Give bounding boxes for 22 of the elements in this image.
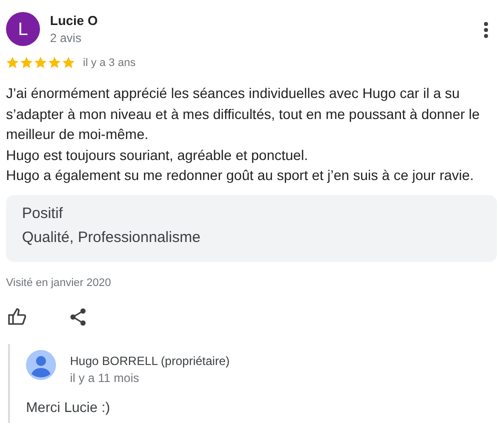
owner-name: Hugo BORRELL (propriétaire) bbox=[70, 354, 230, 368]
reply-text: Merci Lucie :) bbox=[26, 398, 112, 414]
reviewer-name[interactable]: Lucie O bbox=[50, 13, 98, 28]
reply-time: il y a 11 mois bbox=[70, 370, 140, 384]
share-icon[interactable] bbox=[70, 308, 86, 326]
review-count: 2 avis bbox=[50, 31, 82, 45]
review-text: J’ai énormément apprécié les séances individuelles avec Hugo car il a su s’adapter à mon niveau et à mes difficultés, tout en me poussant à donner le meilleur de moi-même. bbox=[6, 84, 481, 144]
visit-date: Visité en janvier 2020 bbox=[6, 276, 112, 288]
review-text: Hugo est toujours souriant, agréable et ponctuel. bbox=[6, 146, 309, 165]
owner-avatar-icon bbox=[26, 350, 56, 380]
star-icon bbox=[62, 56, 75, 69]
star-icon bbox=[20, 56, 33, 69]
star-icon bbox=[48, 56, 61, 69]
star-icon bbox=[34, 56, 47, 69]
thumbs-up-icon[interactable] bbox=[8, 308, 26, 325]
star-icon bbox=[6, 56, 19, 69]
highlight-tags: Qualité, Professionnalisme bbox=[22, 226, 481, 250]
review-time: il y a 3 ans bbox=[83, 56, 136, 68]
highlight-title: Positif bbox=[22, 204, 64, 224]
avatar: L bbox=[6, 12, 40, 46]
more-options-icon[interactable] bbox=[484, 22, 488, 38]
review-text: Hugo a également su me redonner goût au sport et j’en suis à ce jour ravie. bbox=[6, 166, 475, 185]
